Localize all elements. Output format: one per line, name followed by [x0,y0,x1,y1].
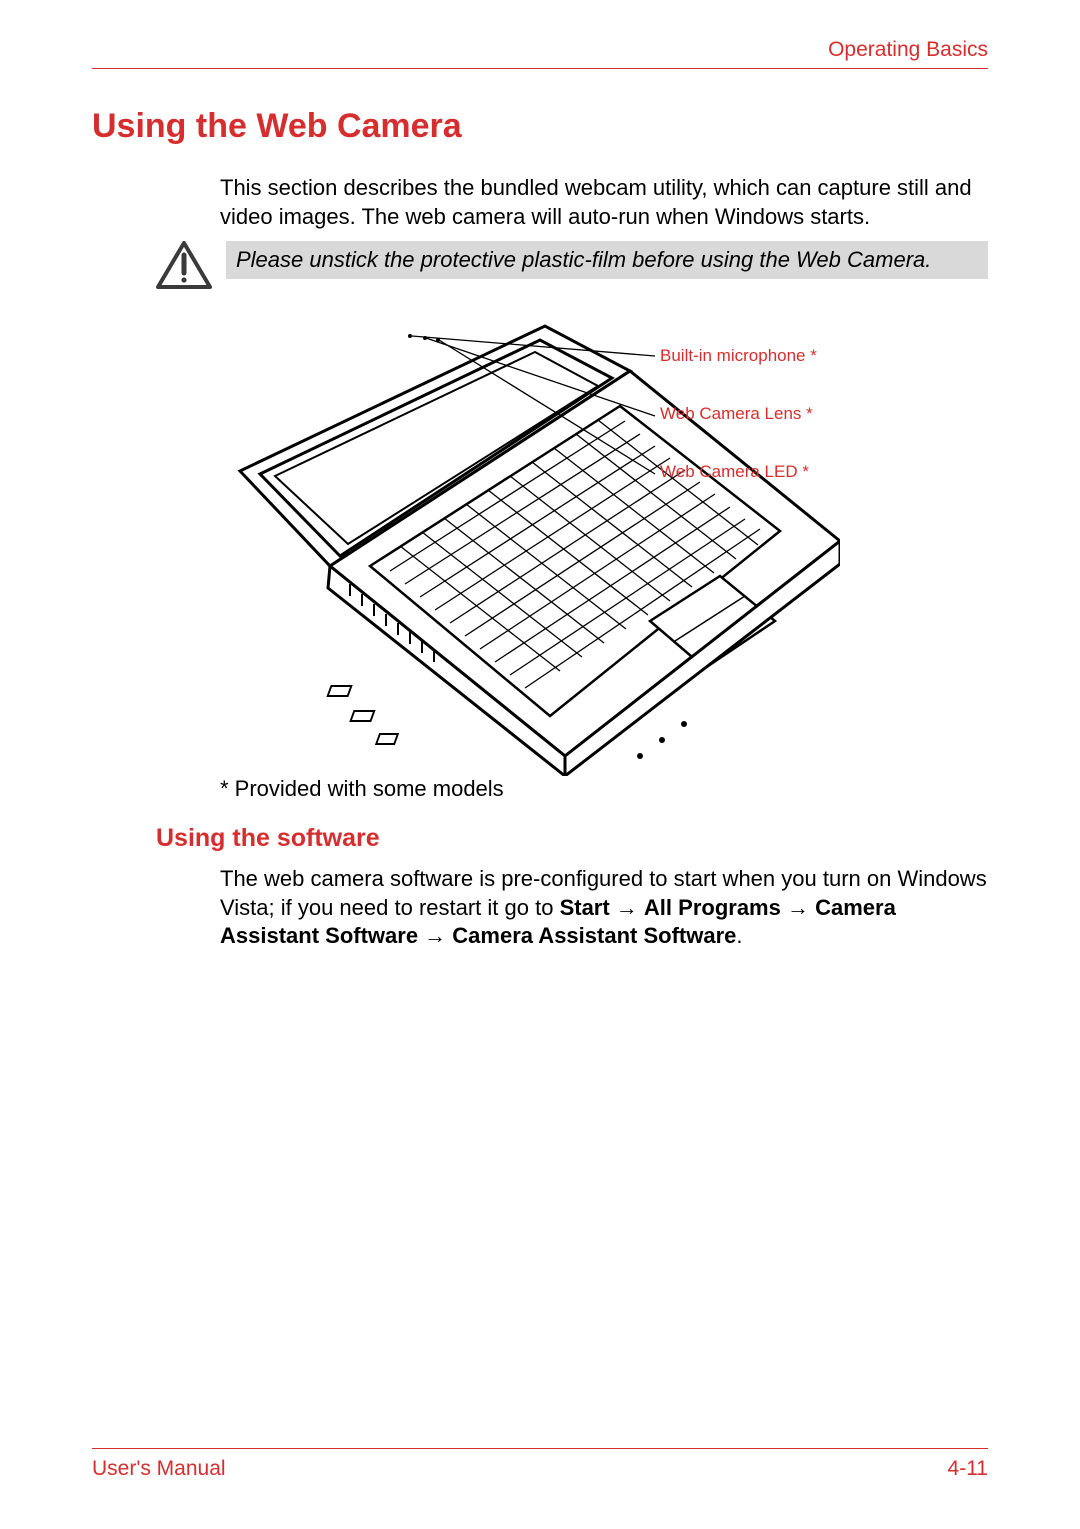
arrow-icon: → [781,895,815,920]
laptop-diagram: Built-in microphone * Web Camera Lens * … [220,316,988,776]
footer-manual-label: User's Manual [92,1457,226,1481]
arrow-icon: → [418,923,452,948]
top-divider [92,68,988,69]
subheading-using-software: Using the software [156,824,988,853]
chapter-label: Operating Basics [92,38,988,62]
intro-paragraph: This section describes the bundled webca… [220,174,988,231]
diagram-callouts: Built-in microphone * Web Camera Lens * … [660,346,817,520]
path-all-programs: All Programs [644,895,781,920]
caution-note: Please unstick the protective plastic-fi… [92,241,988,296]
path-start: Start [560,895,610,920]
page-title: Using the Web Camera [92,107,988,146]
bottom-divider [92,1448,988,1449]
callout-led: Web Camera LED * [660,462,817,482]
footer-page-number: 4-11 [948,1457,988,1481]
caution-icon [156,241,216,296]
arrow-icon: → [610,895,644,920]
page-footer: User's Manual 4-11 [92,1448,988,1481]
software-text-suffix: . [736,923,742,948]
callout-microphone: Built-in microphone * [660,346,817,366]
path-cas-app: Camera Assistant Software [452,923,736,948]
diagram-footnote: * Provided with some models [220,776,988,802]
callout-lens: Web Camera Lens * [660,404,817,424]
caution-text: Please unstick the protective plastic-fi… [226,241,988,279]
software-paragraph: The web camera software is pre-configure… [220,865,988,951]
